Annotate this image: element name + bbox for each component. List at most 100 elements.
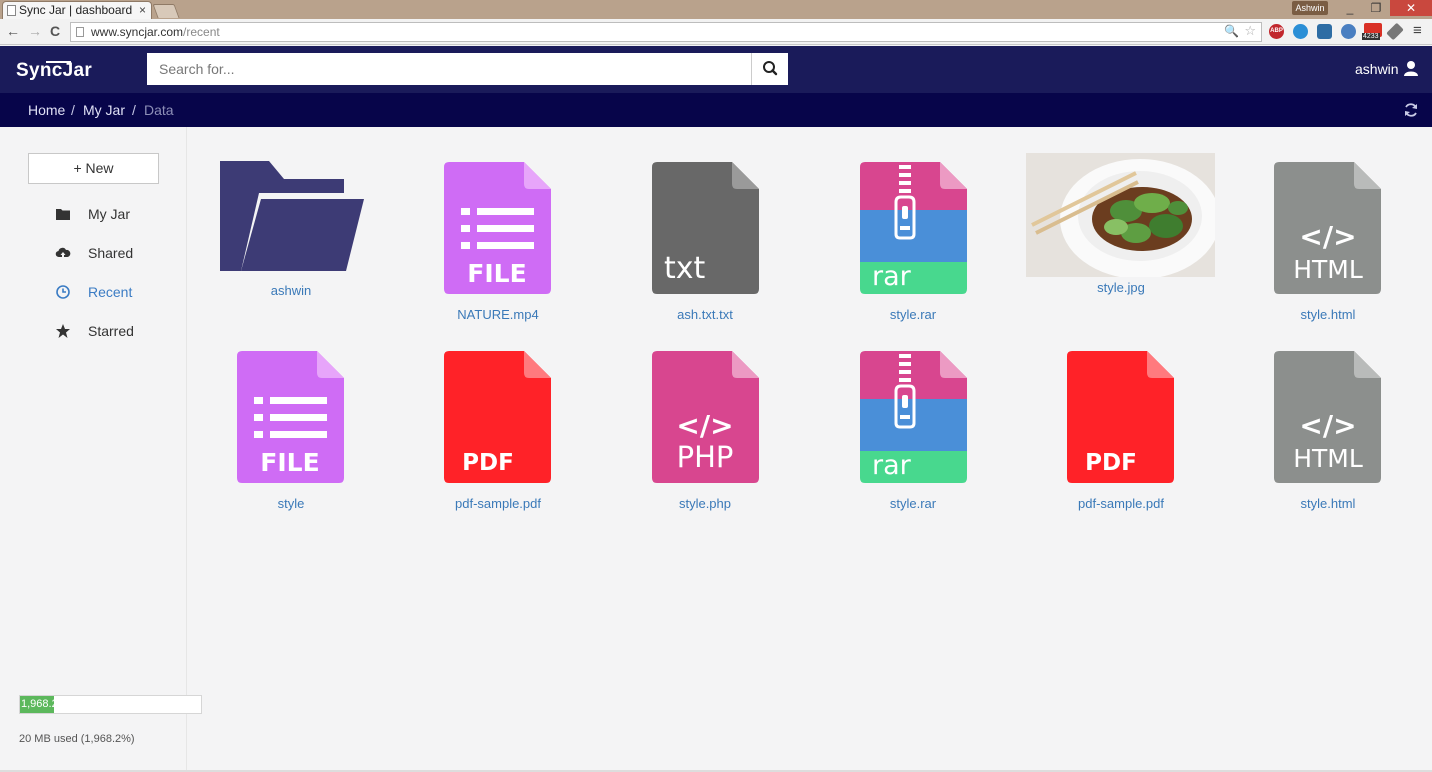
html-file-icon: </> HTML — [1274, 351, 1381, 483]
url-text[interactable]: www.syncjar.com/recent — [91, 25, 220, 39]
file-item-style[interactable]: FILE style — [201, 342, 381, 522]
storage-progress-bar: 1,968.2% — [19, 695, 202, 714]
browser-tabstrip: Sync Jar | dashboard × Ashwin _ ❐ ✕ — [0, 0, 1432, 19]
generic-file-icon: FILE — [237, 351, 344, 483]
search-icon — [763, 61, 778, 76]
file-name[interactable]: style.php — [615, 496, 795, 511]
svg-text:PDF: PDF — [462, 450, 514, 476]
storage-bar-label: 1,968.2% — [21, 698, 68, 710]
generic-file-icon: FILE — [444, 162, 551, 294]
syncjar-logo[interactable]: SyncJar — [16, 60, 92, 82]
zoom-icon[interactable]: 🔍 — [1224, 24, 1239, 38]
file-name[interactable]: NATURE.mp4 — [408, 307, 588, 322]
file-item-style-rar[interactable]: rar style.rar — [823, 342, 1003, 522]
new-tab-button[interactable] — [152, 4, 180, 18]
rar-file-icon: rar — [860, 351, 967, 483]
profile-badge[interactable]: Ashwin — [1292, 1, 1328, 15]
pdf-file-icon: PDF — [1067, 351, 1174, 483]
folder-icon — [220, 161, 364, 271]
page-icon — [7, 5, 16, 16]
sidebar-item-starred[interactable]: Starred — [55, 321, 175, 343]
svg-text:PHP: PHP — [677, 440, 734, 474]
breadcrumb-separator: / — [132, 102, 136, 118]
back-arrow-icon[interactable]: ← — [6, 23, 20, 39]
svg-text:</>: </> — [676, 409, 733, 442]
mail-count-badge: 4233 — [1362, 33, 1380, 40]
svg-text:FILE: FILE — [467, 259, 526, 288]
food-photo — [1026, 153, 1215, 277]
txt-file-icon: txt — [652, 162, 759, 294]
file-name[interactable]: style.rar — [823, 496, 1003, 511]
file-item-nature-mp4[interactable]: FILE NATURE.mp4 — [408, 153, 588, 333]
star-icon — [56, 324, 70, 338]
file-name[interactable]: pdf-sample.pdf — [1031, 496, 1211, 511]
pdf-file-icon: PDF — [444, 351, 551, 483]
svg-text:FILE: FILE — [260, 448, 319, 477]
file-name[interactable]: pdf-sample.pdf — [408, 496, 588, 511]
c-extension-icon[interactable] — [1317, 24, 1332, 39]
bookmark-star-icon[interactable]: ☆ — [1244, 23, 1256, 39]
browser-tab[interactable]: Sync Jar | dashboard × — [2, 1, 152, 19]
adblock-icon[interactable]: ABP — [1269, 24, 1284, 39]
maximize-button[interactable]: ❐ — [1364, 0, 1388, 16]
globe-extension-icon[interactable] — [1293, 24, 1308, 39]
user-icon[interactable] — [1403, 60, 1419, 76]
file-item-style-php[interactable]: </> PHP style.php — [615, 342, 795, 522]
file-item-ash-txt[interactable]: txt ash.txt.txt — [615, 153, 795, 333]
svg-text:rar: rar — [872, 450, 912, 481]
file-item-style-html[interactable]: </> HTML style.html — [1238, 342, 1418, 522]
breadcrumb-current: Data — [144, 102, 174, 118]
breadcrumb-my-jar[interactable]: My Jar — [83, 102, 125, 118]
address-bar[interactable]: www.syncjar.com/recent 🔍 ☆ — [70, 22, 1262, 42]
file-name[interactable]: style — [201, 496, 381, 511]
sidebar-item-label: Recent — [88, 284, 133, 300]
file-item-ashwin[interactable]: ashwin — [201, 153, 381, 333]
eyedropper-extension-icon[interactable] — [1386, 22, 1404, 41]
sidebar: + New My Jar Shared Recent Starred 1,968… — [0, 127, 202, 772]
file-name[interactable]: ashwin — [201, 283, 381, 298]
sidebar-item-recent[interactable]: Recent — [55, 282, 175, 304]
browser-menu-icon[interactable]: ≡ — [1413, 22, 1422, 39]
file-name[interactable]: style.html — [1238, 307, 1418, 322]
tab-close-icon[interactable]: × — [139, 2, 146, 18]
app-header: SyncJar ashwin — [0, 46, 1432, 93]
php-file-icon: </> PHP — [652, 351, 759, 483]
new-button[interactable]: + New — [28, 153, 159, 184]
file-name[interactable]: style.rar — [823, 307, 1003, 322]
svg-text:HTML: HTML — [1293, 444, 1363, 473]
forward-arrow-icon[interactable]: → — [28, 23, 42, 39]
browser-toolbar: ← → C www.syncjar.com/recent 🔍 ☆ ABP 423… — [0, 19, 1432, 45]
file-item-pdf-sample[interactable]: PDF pdf-sample.pdf — [408, 342, 588, 522]
minimize-button[interactable]: _ — [1338, 0, 1362, 16]
file-item-style-rar[interactable]: rar style.rar — [823, 153, 1003, 333]
breadcrumb-home[interactable]: Home — [28, 102, 65, 118]
file-grid: ashwin FILE NATURE.mp4 txt ash.txt.txt r… — [188, 127, 1432, 772]
file-item-style-html[interactable]: </> HTML style.html — [1238, 153, 1418, 333]
search-button[interactable] — [751, 53, 788, 85]
svg-text:PDF: PDF — [1085, 450, 1137, 476]
clock-icon — [56, 285, 70, 299]
file-name[interactable]: style.html — [1238, 496, 1418, 511]
svg-text:rar: rar — [872, 261, 912, 292]
sidebar-item-my-jar[interactable]: My Jar — [55, 204, 175, 226]
user-name[interactable]: ashwin — [1355, 61, 1399, 77]
sidebar-item-label: Starred — [88, 323, 134, 339]
reload-icon[interactable]: C — [50, 23, 60, 39]
svg-text:txt: txt — [664, 251, 706, 286]
sidebar-item-shared[interactable]: Shared — [55, 243, 175, 265]
image-thumbnail[interactable] — [1026, 153, 1215, 277]
link-extension-icon[interactable] — [1341, 24, 1356, 39]
sidebar-item-label: My Jar — [88, 206, 130, 222]
close-window-button[interactable]: ✕ — [1390, 0, 1432, 16]
breadcrumb-separator: / — [71, 102, 75, 118]
page-icon — [76, 27, 84, 37]
tab-title: Sync Jar | dashboard — [19, 3, 133, 17]
svg-text:HTML: HTML — [1293, 255, 1363, 284]
file-name-style-jpg[interactable]: style.jpg — [1031, 280, 1211, 295]
refresh-icon[interactable] — [1403, 102, 1419, 118]
cloud-upload-icon — [55, 247, 71, 259]
file-item-pdf-sample[interactable]: PDF pdf-sample.pdf — [1031, 342, 1211, 522]
file-name[interactable]: ash.txt.txt — [615, 307, 795, 322]
search-input[interactable] — [147, 53, 752, 85]
storage-used-text: 20 MB used (1,968.2%) — [19, 733, 135, 745]
